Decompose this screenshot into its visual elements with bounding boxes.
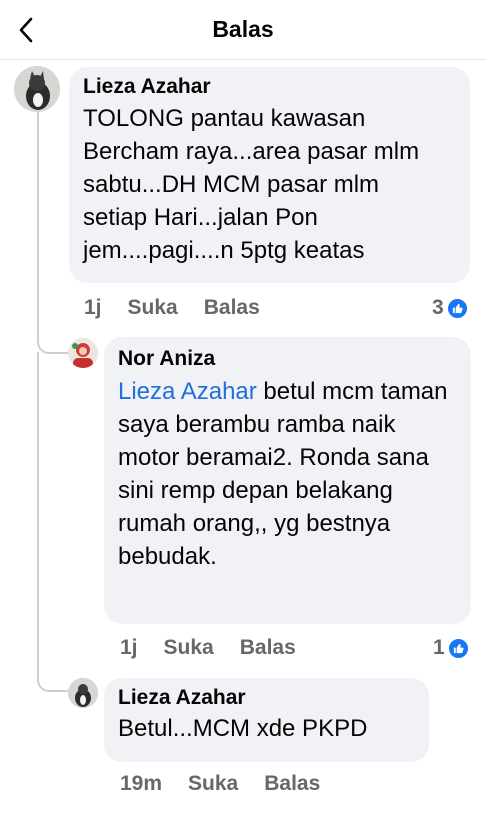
thumbs-up-icon <box>446 297 468 319</box>
reaction-number: 3 <box>432 296 444 319</box>
comment-time[interactable]: 1j <box>120 636 138 660</box>
comment-time[interactable]: 19m <box>120 772 162 796</box>
comment-bubble[interactable]: Nor Aniza Lieza Azahar betul mcm taman s… <box>104 337 471 624</box>
top-bar: Balas <box>0 0 486 60</box>
like-button[interactable]: Suka <box>128 296 178 320</box>
avatar[interactable] <box>14 66 60 112</box>
comment-text: Betul...MCM xde PKPD <box>118 715 368 742</box>
reply-button[interactable]: Balas <box>264 772 320 796</box>
comment-text: TOLONG pantau kawasan Bercham raya...are… <box>83 105 420 264</box>
comment-actions: 1j Suka Balas <box>84 296 286 320</box>
thread-connector <box>37 320 69 354</box>
reaction-count[interactable]: 1 <box>433 636 469 660</box>
thread-line <box>37 352 39 672</box>
comment-bubble[interactable]: Lieza Azahar Betul...MCM xde PKPD <box>104 678 429 762</box>
thread-line <box>37 110 39 340</box>
cat-avatar-icon <box>14 66 60 112</box>
cat-avatar-icon <box>68 678 98 708</box>
comment-body: betul mcm taman saya berambu ramba naik … <box>118 378 448 570</box>
reply-button[interactable]: Balas <box>240 636 296 660</box>
thread-connector <box>37 660 69 692</box>
like-button[interactable]: Suka <box>164 636 214 660</box>
comment-time[interactable]: 1j <box>84 296 102 320</box>
reply-button[interactable]: Balas <box>204 296 260 320</box>
comment-author[interactable]: Nor Aniza <box>118 347 457 371</box>
user-avatar-icon <box>68 338 98 368</box>
page-title: Balas <box>212 16 274 42</box>
like-button[interactable]: Suka <box>188 772 238 796</box>
comment-actions: 19m Suka Balas <box>120 772 346 796</box>
comment-bubble[interactable]: Lieza Azahar TOLONG pantau kawasan Berch… <box>69 67 470 283</box>
reaction-count[interactable]: 3 <box>432 296 468 320</box>
comment-text: Lieza Azahar betul mcm taman saya beramb… <box>118 375 448 573</box>
comment-author[interactable]: Lieza Azahar <box>118 686 415 710</box>
comment-actions: 1j Suka Balas <box>120 636 322 660</box>
avatar[interactable] <box>68 338 98 368</box>
comment-author[interactable]: Lieza Azahar <box>83 75 456 99</box>
thumbs-up-icon <box>447 637 469 659</box>
avatar[interactable] <box>68 678 98 708</box>
reaction-number: 1 <box>433 636 445 659</box>
mention-link[interactable]: Lieza Azahar <box>118 378 257 405</box>
